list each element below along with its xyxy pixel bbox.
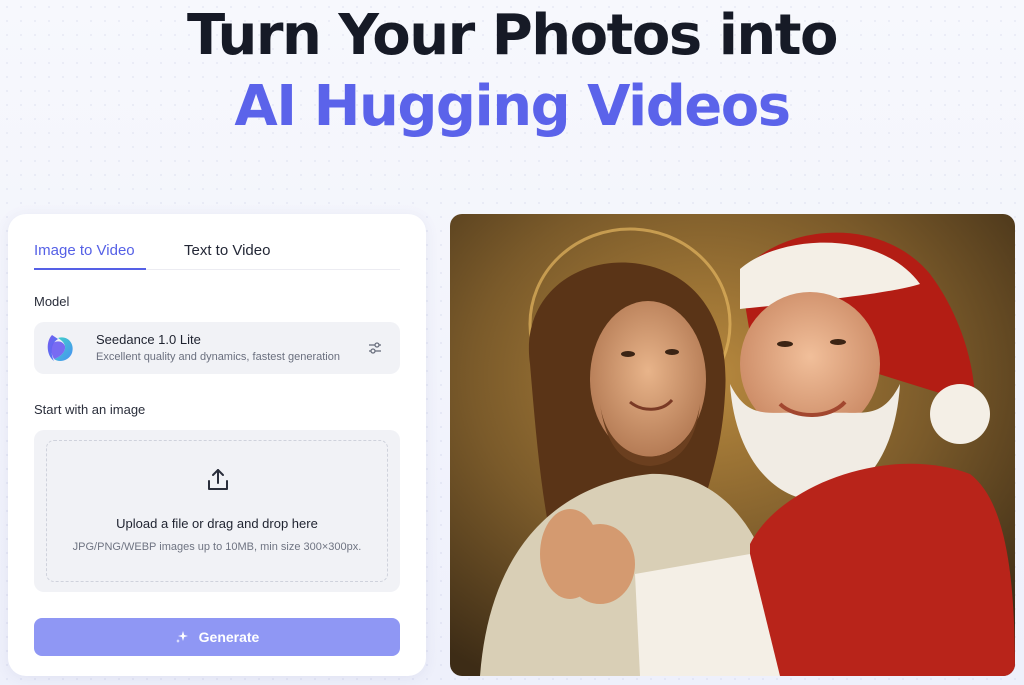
upload-title: Upload a file or drag and drop here	[116, 516, 318, 531]
preview-illustration	[450, 214, 1015, 676]
tab-image-to-video[interactable]: Image to Video	[34, 242, 135, 259]
model-name: Seedance 1.0 Lite	[96, 332, 201, 347]
tab-text-to-video[interactable]: Text to Video	[184, 242, 270, 259]
hero-title-line2: AI Hugging Videos	[234, 74, 791, 139]
seedance-logo-icon	[47, 335, 73, 361]
generator-panel: Image to Video Text to Video Model Seeda…	[8, 214, 426, 676]
model-selector[interactable]: Seedance 1.0 Lite Excellent quality and …	[34, 322, 400, 374]
hero-title-line1: Turn Your Photos into	[186, 3, 839, 68]
active-tab-indicator	[34, 268, 146, 270]
upload-icon	[208, 469, 228, 490]
upload-hint: JPG/PNG/WEBP images up to 10MB, min size…	[72, 541, 362, 553]
generate-button[interactable]: Generate	[34, 618, 400, 656]
sparkle-icon	[175, 631, 188, 643]
upload-area: Upload a file or drag and drop here JPG/…	[34, 430, 400, 592]
upload-label: Start with an image	[34, 402, 146, 417]
generate-label: Generate	[198, 629, 260, 645]
model-description: Excellent quality and dynamics, fastest …	[96, 351, 340, 363]
upload-dropzone[interactable]: Upload a file or drag and drop here JPG/…	[46, 440, 388, 582]
mode-tabs: Image to Video Text to Video	[34, 236, 400, 270]
model-label: Model	[34, 294, 70, 309]
sliders-icon[interactable]	[366, 339, 384, 357]
example-hug-image	[450, 214, 1015, 676]
